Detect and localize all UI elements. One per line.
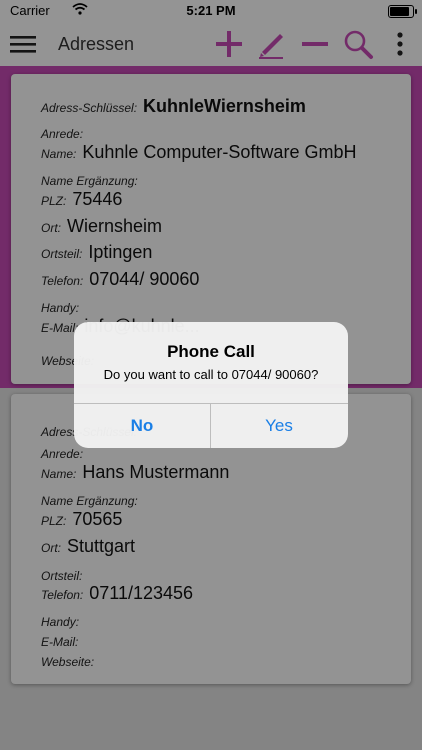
phone-call-alert: Phone Call Do you want to call to 07044/… — [74, 322, 348, 448]
alert-message: Do you want to call to 07044/ 90060? — [103, 367, 319, 382]
yes-button[interactable]: Yes — [211, 404, 347, 448]
no-button[interactable]: No — [74, 404, 210, 448]
alert-title: Phone Call — [167, 342, 255, 361]
